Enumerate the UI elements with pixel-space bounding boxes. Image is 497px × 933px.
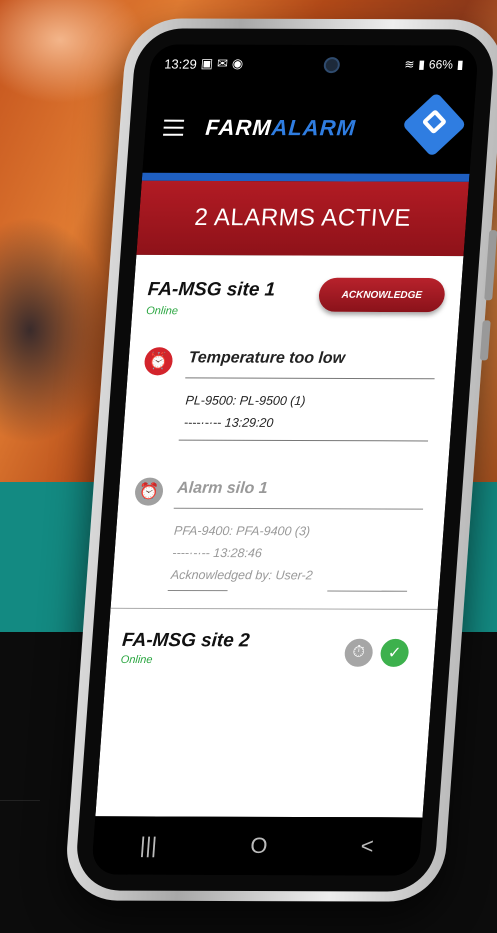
alarm-device: PL-9500: PL-9500 (1): [185, 393, 307, 408]
status-time: 13:29: [163, 55, 198, 72]
app-bar: FARMALARM: [142, 82, 477, 174]
app-logo: FARMALARM: [205, 115, 357, 142]
farmalarm-logo-icon: [401, 92, 467, 158]
image-icon: ▣: [200, 55, 214, 71]
site-title: FA-MSG site 1: [147, 279, 276, 301]
alarm-title[interactable]: Temperature too low: [188, 349, 346, 368]
logo-farm-text: FARM: [204, 114, 273, 141]
battery-icon: ▮: [456, 57, 465, 72]
site-status: Online: [145, 305, 179, 318]
android-nav-bar: ||| O <: [91, 816, 423, 876]
alarm-divider: [178, 439, 429, 442]
background-divider: [0, 800, 40, 801]
alarm-time: ----·-·-- 13:29:20: [183, 415, 274, 430]
alarm-clock-icon: ⏰: [134, 477, 165, 506]
check-icon: ✓: [379, 638, 410, 667]
alarm-divider: [185, 377, 435, 380]
alarm-title[interactable]: Alarm silo 1: [177, 480, 269, 498]
recent-apps-button[interactable]: |||: [139, 832, 158, 858]
logo-alarm-text: ALARM: [270, 115, 357, 141]
gmail-icon: ✉: [216, 55, 229, 71]
signal-icon: ▮: [417, 57, 426, 72]
battery-level: 66%: [428, 57, 454, 72]
alarm-divider: [173, 507, 424, 510]
site-status: Online: [120, 653, 153, 667]
alarm-divider: [327, 590, 408, 592]
back-button[interactable]: <: [360, 833, 375, 859]
site-divider: [110, 607, 438, 610]
phone-mockup: 13:29 ▣ ✉ ◉ ≋ ▮ 66% ▮ FARMALARM 2 ALARMS…: [63, 18, 497, 902]
alarm-clock-icon: ⏰: [143, 347, 174, 376]
phone-screen: 13:29 ▣ ✉ ◉ ≋ ▮ 66% ▮ FARMALARM 2 ALARMS…: [91, 44, 479, 876]
alarm-time: ----·-·-- 13:28:46: [171, 545, 263, 561]
hamburger-icon[interactable]: [163, 119, 185, 136]
alarm-device: PFA-9400: PFA-9400 (3): [173, 523, 311, 539]
site-title: FA-MSG site 2: [121, 629, 251, 652]
clock-icon: ⏱: [343, 638, 374, 667]
site-list: FA-MSG site 1 Online ACKNOWLEDGE ⏰ Tempe…: [95, 254, 464, 818]
banner-text: 2 ALARMS ACTIVE: [193, 203, 412, 232]
home-button[interactable]: O: [249, 833, 269, 859]
messenger-icon: ◉: [231, 55, 244, 71]
status-bar: 13:29 ▣ ✉ ◉ ≋ ▮ 66% ▮: [149, 44, 479, 83]
alarm-divider: [167, 589, 228, 592]
acknowledge-button[interactable]: ACKNOWLEDGE: [317, 277, 446, 313]
acknowledged-by: Acknowledged by: User-2: [170, 567, 314, 583]
wifi-icon: ≋: [403, 57, 415, 72]
alarms-active-banner: 2 ALARMS ACTIVE: [136, 180, 469, 257]
